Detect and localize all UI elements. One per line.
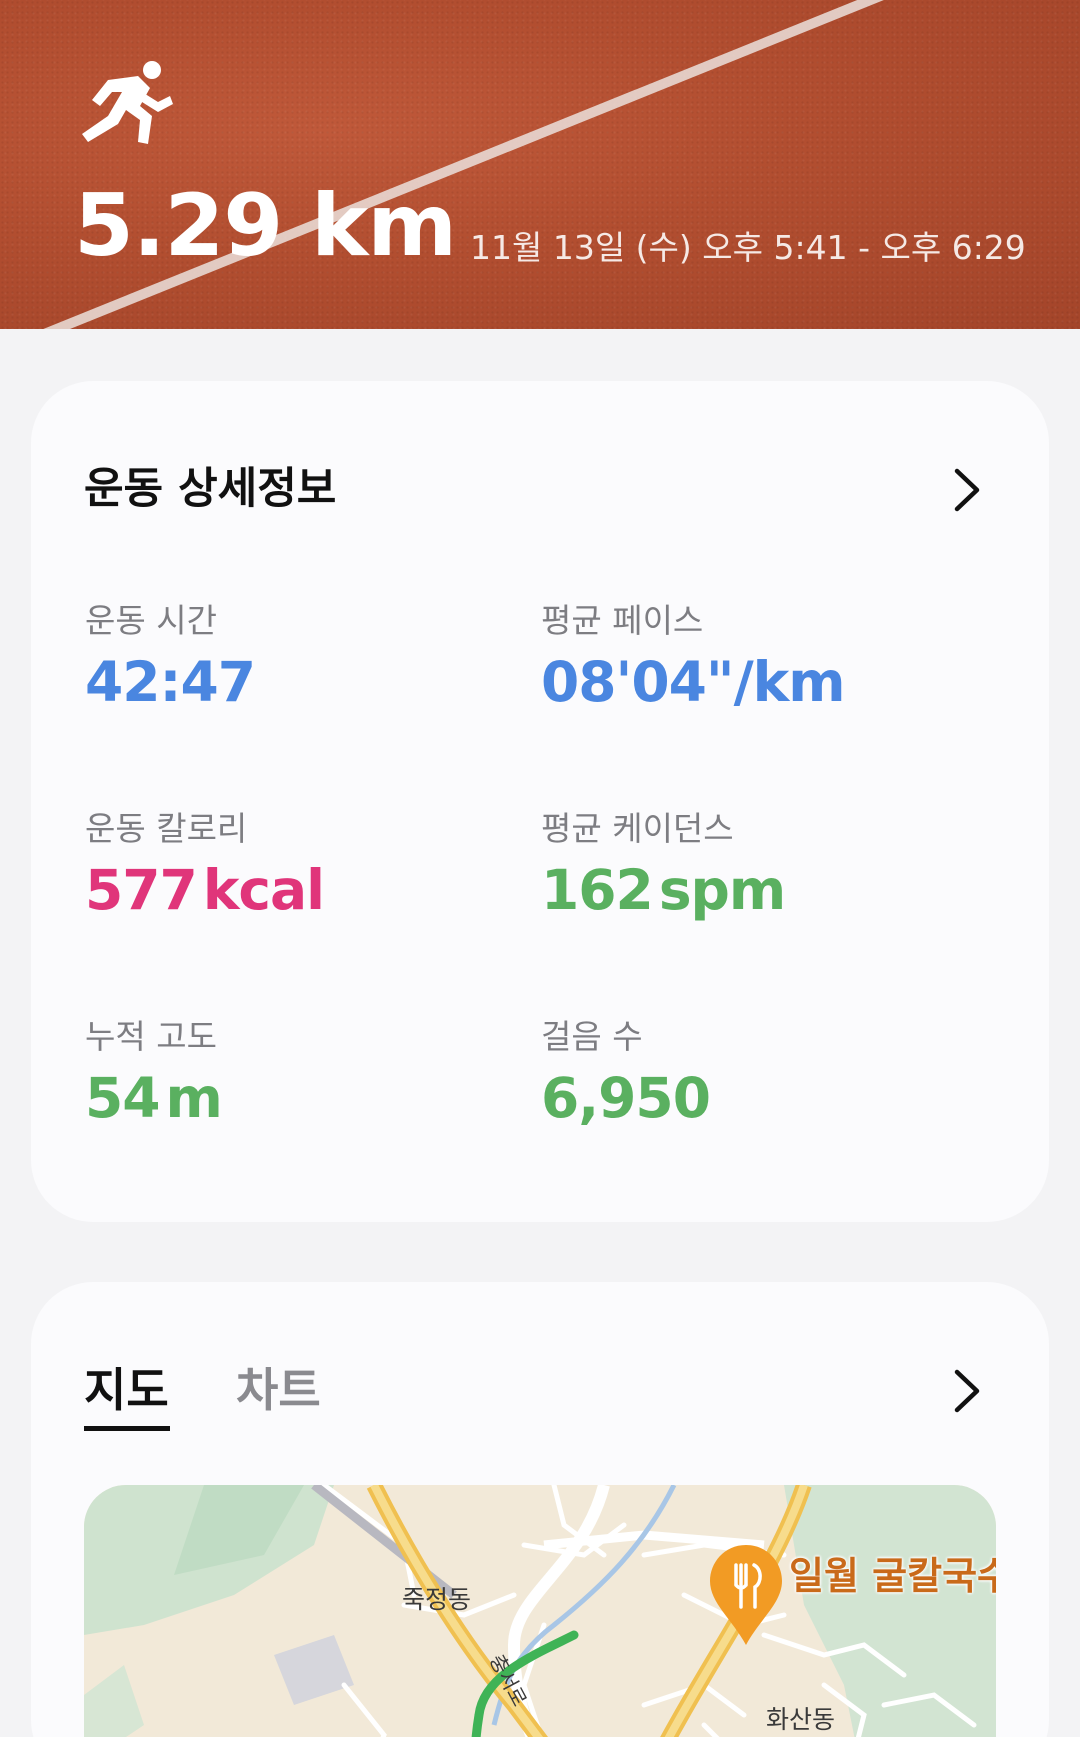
distance-value: 5.29 km — [74, 176, 457, 276]
tab-map[interactable]: 지도 — [84, 1362, 169, 1418]
metric-avg-cadence: 평균 케이던스 162 spm — [541, 809, 961, 925]
metric-duration: 운동 시간 42:47 — [85, 601, 505, 717]
chevron-right-icon[interactable] — [947, 465, 987, 515]
running-person-icon — [78, 58, 174, 146]
metric-value: 577 kcal — [85, 858, 325, 922]
metric-steps: 걸음 수 6,950 — [541, 1017, 961, 1133]
metric-calories: 운동 칼로리 577 kcal — [85, 809, 505, 925]
route-map[interactable]: 죽정동 화산동 충서로 일월 굴칼국수 — [84, 1485, 996, 1737]
map-place-name[interactable]: 일월 굴칼국수 — [789, 1545, 996, 1600]
workout-date-range: 11월 13일 (수) 오후 5:41 - 오후 6:29 — [470, 228, 1026, 267]
map-tiles — [84, 1485, 996, 1737]
metric-label: 평균 페이스 — [541, 601, 704, 640]
metric-label: 걸음 수 — [541, 1017, 643, 1056]
map-chart-card: 지도 차트 죽정동 화산동 충서로 일월 굴칼국수 — [31, 1282, 1049, 1737]
metric-value: 6,950 — [541, 1066, 711, 1130]
metric-value: 54 m — [85, 1066, 223, 1130]
metric-label: 누적 고도 — [85, 1017, 217, 1056]
track-lane-line — [43, 0, 884, 329]
metric-value: 08'04"/km — [541, 650, 846, 714]
workout-details-card[interactable]: 운동 상세정보 운동 시간 42:47 평균 페이스 08'04"/km 운동 … — [31, 381, 1049, 1222]
details-title: 운동 상세정보 — [84, 464, 337, 514]
active-tab-indicator — [84, 1426, 170, 1431]
restaurant-pin-icon[interactable] — [710, 1545, 782, 1645]
map-label-jukjeong: 죽정동 — [402, 1585, 472, 1614]
map-label-hwasan: 화산동 — [766, 1705, 836, 1734]
metric-value: 162 spm — [541, 858, 786, 922]
metric-elevation-gain: 누적 고도 54 m — [85, 1017, 505, 1133]
hero-banner: 5.29 km 11월 13일 (수) 오후 5:41 - 오후 6:29 — [0, 0, 1080, 329]
metric-label: 운동 시간 — [85, 601, 217, 640]
metric-value: 42:47 — [85, 650, 256, 714]
metric-label: 운동 칼로리 — [85, 809, 248, 848]
chevron-right-icon[interactable] — [947, 1366, 987, 1416]
metric-label: 평균 케이던스 — [541, 809, 734, 848]
metric-avg-pace: 평균 페이스 08'04"/km — [541, 601, 961, 717]
tab-chart[interactable]: 차트 — [236, 1362, 321, 1418]
